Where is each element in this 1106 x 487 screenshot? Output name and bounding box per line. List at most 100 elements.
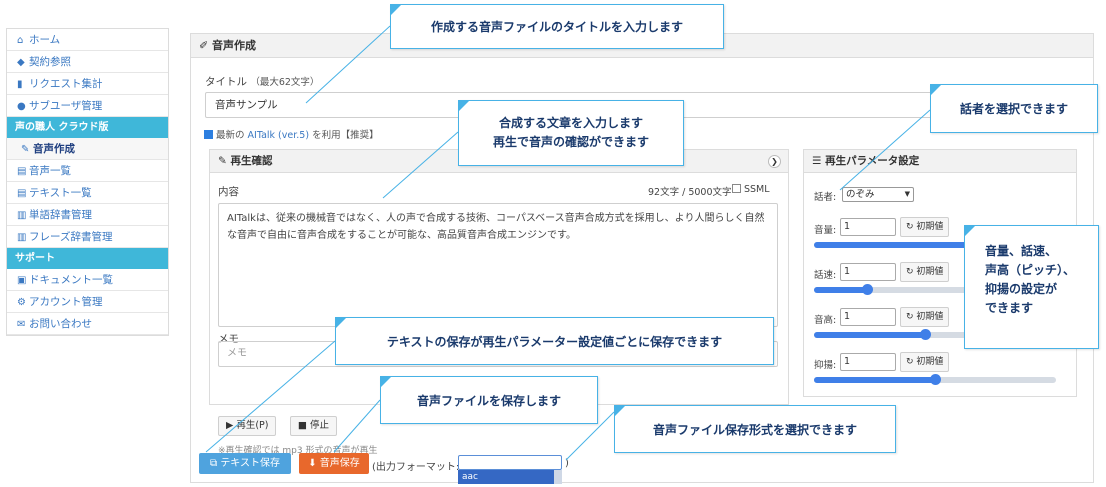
callout-text: できます: [985, 301, 1034, 315]
aitalk-link[interactable]: AITalk (ver.5): [248, 130, 310, 141]
param-label: 話速:: [814, 270, 837, 281]
play-button[interactable]: ▶ 再生(P): [218, 416, 277, 436]
save-icon: ⧉: [209, 458, 221, 469]
sidebar-item-label: テキスト一覧: [29, 187, 92, 199]
intonation-reset-button[interactable]: ↻ 初期値: [900, 352, 950, 372]
chevron-right-icon[interactable]: ❯: [768, 155, 781, 168]
save-text-button[interactable]: ⧉ テキスト保存: [199, 453, 291, 474]
intonation-slider[interactable]: [814, 374, 1056, 385]
sidebar-item-label: リクエスト集計: [29, 78, 103, 90]
reset-label: 初期値: [916, 267, 944, 277]
pencil-icon: ✎: [218, 155, 231, 167]
content-label: 内容: [218, 186, 239, 198]
ssml-checkbox[interactable]: [732, 184, 741, 193]
save-audio-label: 音声保存: [319, 458, 360, 469]
chevron-down-icon: ▼: [904, 190, 910, 198]
edit-icon: ✎: [21, 144, 30, 155]
callout-title: 作成する音声ファイルのタイトルを入力します: [390, 4, 724, 49]
char-count: 92文字 / 5000文字: [648, 187, 732, 198]
title-label-row: タイトル （最大62文字）: [205, 74, 319, 89]
speaker-select[interactable]: のぞみ ▼: [842, 187, 914, 202]
callout-text: 作成する音声ファイルのタイトルを入力します: [430, 20, 683, 34]
speed-reset-button[interactable]: ↻ 初期値: [900, 262, 950, 282]
speed-input[interactable]: 1: [840, 263, 896, 281]
callout-speaker: 話者を選択できます: [930, 84, 1098, 133]
home-icon: ⌂: [17, 35, 24, 46]
pitch-reset-button[interactable]: ↻ 初期値: [900, 307, 950, 327]
sidebar-item-create-audio[interactable]: ✎ 音声作成: [7, 138, 168, 160]
sidebar-item-contract[interactable]: ◆ 契約参照: [7, 51, 168, 73]
callout-text: 合成する文章を入力します: [498, 116, 643, 130]
slider-handle[interactable]: [862, 284, 874, 295]
sidebar-section-cloud: 声の職人 クラウド版: [7, 117, 168, 138]
sidebar-item-label: 音声作成: [33, 143, 75, 155]
title-label: タイトル: [205, 76, 247, 88]
callout-text: 音声ファイルを保存します: [416, 394, 561, 408]
callout-save-text: テキストの保存が再生パラメーター設定値ごとに保存できます: [335, 317, 774, 365]
format-option-label: aac: [462, 472, 478, 482]
callout-format: 音声ファイル保存形式を選択できます: [614, 405, 896, 453]
volume-reset-button[interactable]: ↻ 初期値: [900, 217, 950, 237]
format-option-aac[interactable]: aac: [458, 470, 562, 484]
stop-button[interactable]: ■ 停止: [290, 416, 337, 436]
tag-icon: ◆: [17, 57, 25, 68]
format-select[interactable]: [458, 455, 562, 470]
wrench-icon: ✐: [199, 39, 213, 52]
slider-handle[interactable]: [920, 329, 932, 340]
callout-text: 音声ファイル保存形式を選択できます: [652, 423, 857, 437]
param-label: 音高:: [814, 315, 837, 326]
speaker-label: 話者:: [814, 192, 837, 203]
sidebar-item-account[interactable]: ⚙ アカウント管理: [7, 291, 168, 313]
callout-text: 再生で音声の確認ができます: [492, 135, 649, 149]
pitch-input[interactable]: 1: [840, 308, 896, 326]
user-icon: ●: [17, 101, 26, 112]
save-text-label: テキスト保存: [220, 458, 281, 469]
sidebar-item-subusers[interactable]: ● サブユーザ管理: [7, 95, 168, 117]
sidebar-item-label: 音声一覧: [29, 165, 71, 177]
title-hint: （最大62文字）: [250, 77, 320, 88]
slider-handle[interactable]: [930, 374, 941, 385]
reset-label: 初期値: [916, 357, 944, 367]
sidebar-item-label: お問い合わせ: [29, 318, 92, 330]
sidebar-item-home[interactable]: ⌂ ホーム: [7, 29, 168, 51]
sidebar-item-documents[interactable]: ▣ ドキュメント一覧: [7, 269, 168, 291]
volume-input[interactable]: 1: [840, 218, 896, 236]
download-icon: ⬇: [308, 458, 320, 469]
callout-text: 話者を選択できます: [959, 102, 1068, 116]
sidebar-item-word-dictionary[interactable]: ▥ 単語辞書管理: [7, 204, 168, 226]
reset-label: 初期値: [916, 222, 944, 232]
callout-text-input: 合成する文章を入力します 再生で音声の確認ができます: [458, 100, 684, 166]
sidebar-item-audio-list[interactable]: ▤ 音声一覧: [7, 160, 168, 182]
sidebar-item-phrase-dictionary[interactable]: ▥ フレーズ辞書管理: [7, 226, 168, 248]
sidebar-item-contact[interactable]: ✉ お問い合わせ: [7, 313, 168, 335]
param-label: 抑揚:: [814, 360, 837, 371]
playback-box: ✎ 再生確認 ❯ 内容 92文字 / 5000文字 SSML AITalkは、従…: [209, 149, 789, 456]
sidebar-item-label: アカウント管理: [29, 296, 103, 308]
latest-engine-checkbox[interactable]: [204, 130, 213, 139]
refresh-icon: ↻: [906, 312, 917, 322]
sidebar-item-label: ドキュメント一覧: [29, 274, 113, 286]
refresh-icon: ↻: [906, 267, 917, 277]
callout-save-audio: 音声ファイルを保存します: [380, 376, 598, 424]
ssml-label: SSML: [744, 184, 770, 195]
book-icon: ▥: [17, 210, 27, 221]
briefcase-icon: ▣: [17, 275, 27, 286]
latest-engine-option[interactable]: 最新の AITalk (ver.5) を利用【推奨】: [204, 127, 379, 141]
format-close: ): [565, 458, 569, 469]
bar-chart-icon: ▮: [17, 79, 23, 90]
ssml-option[interactable]: SSML: [732, 184, 770, 195]
content-textarea[interactable]: AITalkは、従来の機械音ではなく、人の声で合成する技術、コーパスベース音声合…: [218, 203, 778, 327]
intonation-input[interactable]: 1: [840, 353, 896, 371]
list-icon: ▤: [17, 166, 27, 177]
save-audio-button[interactable]: ⬇ 音声保存: [299, 453, 369, 474]
book-icon: ▥: [17, 232, 27, 243]
page-title: 音声作成: [212, 39, 257, 52]
list-icon: ▤: [17, 188, 27, 199]
sidebar-item-text-list[interactable]: ▤ テキスト一覧: [7, 182, 168, 204]
dropdown-scrollbar[interactable]: [554, 470, 562, 484]
format-label: (出力フォーマット:: [372, 462, 460, 473]
gear-icon: ⚙: [17, 297, 26, 308]
sidebar-item-label: サブユーザ管理: [29, 100, 103, 112]
refresh-icon: ↻: [906, 222, 917, 232]
sidebar-item-requests[interactable]: ▮ リクエスト集計: [7, 73, 168, 95]
